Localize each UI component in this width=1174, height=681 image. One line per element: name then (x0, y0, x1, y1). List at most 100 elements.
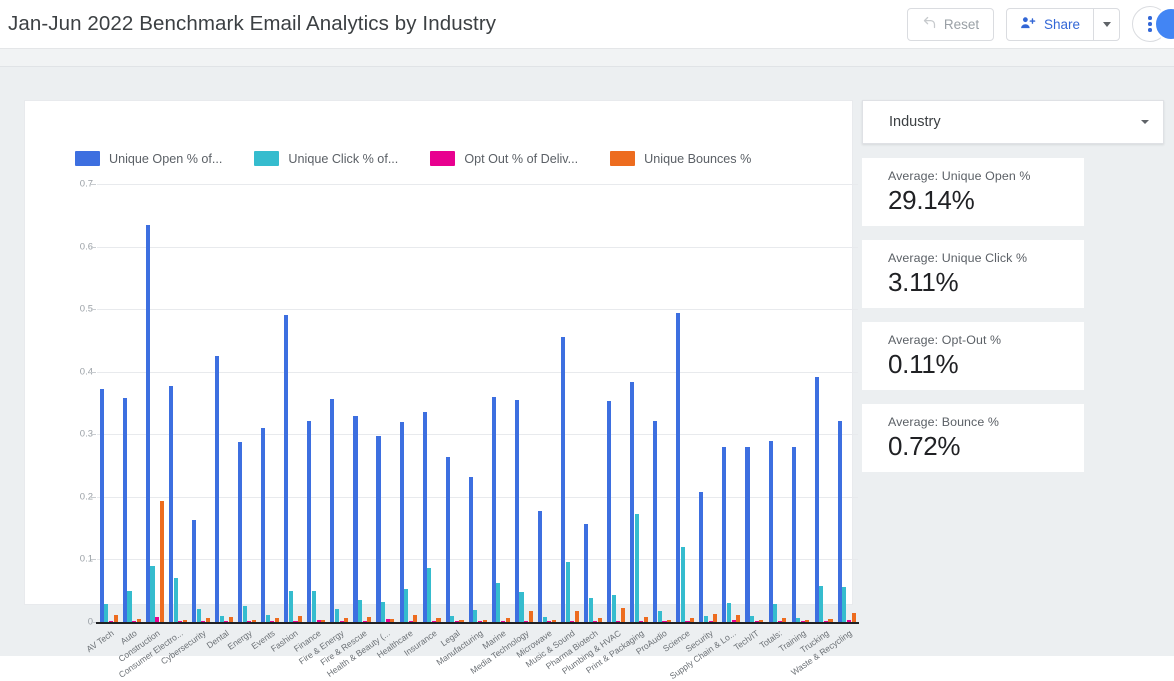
bar[interactable] (265, 615, 270, 622)
bar[interactable] (745, 446, 750, 622)
bar[interactable] (708, 620, 713, 622)
bar[interactable] (676, 312, 681, 622)
bar[interactable] (773, 604, 778, 622)
bar-group[interactable] (215, 184, 238, 622)
bar[interactable] (339, 620, 344, 622)
bar[interactable] (215, 356, 220, 622)
bar[interactable] (155, 617, 160, 622)
bar[interactable] (846, 620, 851, 622)
bar-group[interactable] (168, 184, 192, 622)
bar[interactable] (805, 619, 810, 622)
scorecard[interactable]: Average: Unique Click % 3.11% (862, 240, 1084, 308)
bar[interactable] (547, 620, 552, 622)
bar[interactable] (362, 620, 367, 622)
bar[interactable] (754, 620, 759, 622)
scorecard[interactable]: Average: Bounce % 0.72% (862, 404, 1084, 472)
bar[interactable] (500, 620, 506, 622)
bar[interactable] (514, 399, 519, 622)
bar[interactable] (422, 411, 427, 622)
bar[interactable] (390, 618, 395, 622)
bar[interactable] (537, 510, 542, 622)
bar[interactable] (270, 620, 275, 622)
bar[interactable] (496, 583, 501, 622)
bar[interactable] (662, 620, 667, 622)
bar-group[interactable] (837, 184, 861, 622)
bar[interactable] (588, 598, 593, 622)
scorecard[interactable]: Average: Opt-Out % 0.11% (862, 322, 1084, 390)
bar-group[interactable] (722, 184, 745, 622)
bar[interactable] (491, 397, 496, 622)
bar-group[interactable] (261, 184, 284, 622)
bar[interactable] (722, 446, 727, 622)
bar[interactable] (321, 619, 326, 622)
bar[interactable] (565, 561, 570, 622)
bar[interactable] (228, 617, 233, 622)
bar[interactable] (127, 591, 132, 622)
bar-group[interactable] (630, 184, 653, 622)
bar[interactable] (367, 617, 372, 622)
bar[interactable] (436, 618, 441, 622)
bar[interactable] (819, 586, 824, 622)
bar[interactable] (288, 591, 293, 622)
legend-item[interactable]: Unique Bounces % (610, 151, 751, 166)
bar[interactable] (685, 620, 690, 622)
bar[interactable] (242, 605, 247, 622)
share-dropdown-toggle[interactable] (1093, 8, 1119, 40)
bar[interactable] (358, 600, 363, 622)
bar[interactable] (542, 617, 547, 622)
bar-group[interactable] (514, 184, 538, 622)
bar[interactable] (108, 620, 114, 622)
bar[interactable] (330, 399, 335, 622)
bar-group[interactable] (607, 184, 630, 622)
bar[interactable] (192, 520, 197, 622)
bar-group[interactable] (814, 184, 838, 622)
bar[interactable] (851, 613, 856, 622)
bar[interactable] (104, 603, 109, 622)
bar[interactable] (159, 501, 164, 622)
bar[interactable] (611, 595, 616, 622)
bar-group[interactable] (791, 184, 815, 622)
bar[interactable] (431, 620, 436, 622)
bar-group[interactable] (445, 184, 469, 622)
bar-group[interactable] (376, 184, 399, 622)
bar[interactable] (445, 457, 450, 622)
bar[interactable] (519, 591, 524, 622)
bar[interactable] (551, 619, 556, 622)
bar[interactable] (653, 421, 658, 622)
bar[interactable] (136, 618, 141, 622)
bar[interactable] (524, 620, 529, 622)
bar[interactable] (353, 416, 358, 622)
bar[interactable] (274, 618, 280, 622)
bar-group[interactable] (422, 184, 446, 622)
bar[interactable] (238, 441, 243, 622)
bar[interactable] (639, 620, 644, 622)
bar-group[interactable] (584, 184, 607, 622)
bar[interactable] (122, 398, 127, 622)
bar[interactable] (634, 514, 639, 622)
bar[interactable] (837, 421, 842, 622)
industry-filter-select[interactable]: Industry (862, 100, 1164, 144)
bar[interactable] (311, 591, 316, 622)
bar[interactable] (505, 618, 510, 622)
bar[interactable] (385, 618, 390, 622)
bar-group[interactable] (284, 184, 307, 622)
bar[interactable] (584, 523, 589, 622)
bar-group[interactable] (192, 184, 215, 622)
bar[interactable] (205, 617, 210, 622)
bar[interactable] (404, 588, 409, 622)
bar-group[interactable] (768, 184, 792, 622)
bar[interactable] (173, 578, 178, 622)
bar-group[interactable] (399, 184, 423, 622)
bar[interactable] (828, 618, 833, 622)
bar[interactable] (219, 615, 224, 622)
bar[interactable] (560, 336, 566, 622)
bar[interactable] (620, 608, 625, 622)
bar[interactable] (201, 620, 206, 622)
bar[interactable] (145, 225, 150, 622)
bar[interactable] (344, 618, 349, 622)
share-button[interactable]: Share (1007, 9, 1093, 40)
bar[interactable] (800, 620, 805, 622)
bar[interactable] (593, 620, 598, 622)
bar-group[interactable] (307, 184, 330, 622)
bar[interactable] (777, 620, 782, 622)
